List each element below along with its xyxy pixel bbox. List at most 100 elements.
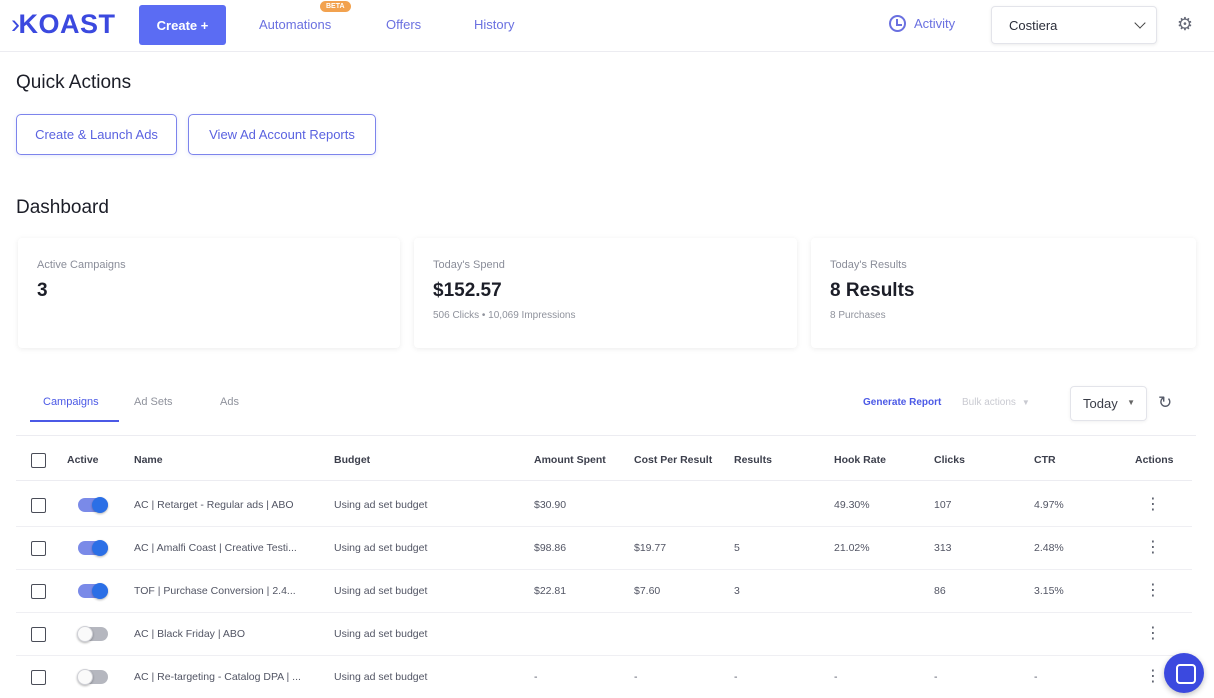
amount-spent-cell: $98.86	[534, 542, 567, 554]
row-checkbox[interactable]	[31, 670, 46, 685]
column-header-actions: Actions	[1135, 454, 1174, 466]
amount-spent-cell: -	[534, 671, 538, 683]
table-row[interactable]: AC | Retarget - Regular ads | ABO Using …	[16, 484, 1192, 527]
amount-spent-cell: $30.90	[534, 499, 567, 511]
active-toggle[interactable]	[77, 626, 108, 642]
column-header-budget[interactable]: Budget	[334, 454, 370, 466]
card-value: 3	[37, 280, 48, 301]
create-launch-ads-button[interactable]: Create & Launch Ads	[16, 114, 177, 155]
dashboard-title: Dashboard	[16, 197, 109, 218]
budget-cell: Using ad set budget	[334, 628, 428, 640]
activity-button[interactable]: Activity	[889, 15, 955, 32]
gear-icon[interactable]: ⚙	[1175, 14, 1195, 34]
kebab-menu-icon[interactable]: ⋮	[1145, 668, 1161, 686]
tab-ads[interactable]: Ads	[220, 396, 239, 408]
column-header-results[interactable]: Results	[734, 454, 772, 466]
row-checkbox[interactable]	[31, 584, 46, 599]
ctr-cell: 4.97%	[1034, 499, 1064, 511]
row-checkbox[interactable]	[31, 498, 46, 513]
campaign-name[interactable]: TOF | Purchase Conversion | 2.4...	[134, 585, 296, 597]
koast-logo[interactable]: ›KOAST	[11, 9, 116, 40]
budget-cell: Using ad set budget	[334, 585, 428, 597]
hook-rate-cell: 21.02%	[834, 542, 870, 554]
active-toggle[interactable]	[77, 669, 108, 685]
view-ad-account-reports-button[interactable]: View Ad Account Reports	[188, 114, 376, 155]
tabs-divider	[16, 435, 1196, 436]
toggle-knob	[92, 583, 108, 599]
table-row[interactable]: AC | Black Friday | ABO Using ad set bud…	[16, 613, 1192, 656]
row-checkbox[interactable]	[31, 627, 46, 642]
clicks-cell: 107	[934, 499, 952, 511]
column-header-cost-per-result[interactable]: Cost Per Result	[634, 454, 712, 466]
active-toggle[interactable]	[78, 583, 108, 599]
clicks-cell: -	[934, 671, 938, 683]
create-button[interactable]: Create +	[139, 5, 226, 45]
cost-per-result-cell: -	[634, 671, 638, 683]
table-row[interactable]: AC | Amalfi Coast | Creative Testi... Us…	[16, 527, 1192, 570]
campaign-name[interactable]: AC | Amalfi Coast | Creative Testi...	[134, 542, 297, 554]
nav-automations[interactable]: Automations	[259, 17, 331, 32]
bulk-actions-select[interactable]: Bulk actions ▼	[962, 397, 1030, 408]
chevron-down-icon	[1134, 17, 1146, 29]
active-toggle[interactable]	[78, 497, 108, 513]
active-campaigns-card: Active Campaigns 3	[18, 238, 400, 348]
column-header-ctr[interactable]: CTR	[1034, 454, 1056, 466]
results-cell: 3	[734, 585, 740, 597]
campaign-name[interactable]: AC | Retarget - Regular ads | ABO	[134, 499, 294, 511]
chat-icon[interactable]	[1164, 653, 1204, 693]
cost-per-result-cell: $7.60	[634, 585, 661, 597]
card-subtext: 8 Purchases	[830, 310, 886, 321]
column-header-clicks[interactable]: Clicks	[934, 454, 965, 466]
results-cell: 5	[734, 542, 740, 554]
column-header-name[interactable]: Name	[134, 454, 163, 466]
top-navigation: ›KOAST Create + Automations BETA Offers …	[0, 0, 1214, 52]
column-header-active[interactable]: Active	[67, 454, 99, 466]
hook-rate-cell: -	[834, 671, 838, 683]
date-range-value: Today	[1083, 396, 1118, 411]
column-header-amount-spent[interactable]: Amount Spent	[534, 454, 606, 466]
campaign-name[interactable]: AC | Black Friday | ABO	[134, 628, 245, 640]
tab-ad-sets[interactable]: Ad Sets	[134, 396, 173, 408]
cost-per-result-cell: $19.77	[634, 542, 667, 554]
budget-cell: Using ad set budget	[334, 671, 428, 683]
card-value: 8 Results	[830, 280, 915, 301]
active-toggle[interactable]	[78, 540, 108, 556]
kebab-menu-icon[interactable]: ⋮	[1145, 582, 1161, 600]
table-row[interactable]: AC | Re-targeting - Catalog DPA | ... Us…	[16, 656, 1192, 698]
card-label: Today's Results	[830, 259, 907, 271]
todays-results-card: Today's Results 8 Results 8 Purchases	[811, 238, 1196, 348]
activity-label: Activity	[914, 16, 956, 31]
kebab-menu-icon[interactable]: ⋮	[1145, 496, 1161, 514]
quick-actions-title: Quick Actions	[16, 72, 132, 93]
campaign-name[interactable]: AC | Re-targeting - Catalog DPA | ...	[134, 671, 301, 683]
clock-icon	[889, 15, 906, 32]
bulk-actions-label: Bulk actions	[962, 397, 1016, 408]
row-checkbox[interactable]	[31, 541, 46, 556]
toggle-knob	[77, 626, 93, 642]
nav-history[interactable]: History	[474, 17, 514, 32]
toggle-knob	[77, 669, 93, 685]
kebab-menu-icon[interactable]: ⋮	[1145, 539, 1161, 557]
caret-down-icon: ▼	[1127, 398, 1135, 407]
table-row[interactable]: TOF | Purchase Conversion | 2.4... Using…	[16, 570, 1192, 613]
date-range-select[interactable]: Today ▼	[1070, 386, 1147, 421]
refresh-icon[interactable]: ↻	[1158, 393, 1172, 413]
amount-spent-cell: $22.81	[534, 585, 567, 597]
budget-cell: Using ad set budget	[334, 542, 428, 554]
card-label: Today's Spend	[433, 259, 505, 271]
kebab-menu-icon[interactable]: ⋮	[1145, 625, 1161, 643]
todays-spend-card: Today's Spend $152.57 506 Clicks • 10,06…	[414, 238, 797, 348]
card-subtext: 506 Clicks • 10,069 Impressions	[433, 310, 576, 321]
clicks-cell: 313	[934, 542, 952, 554]
nav-offers[interactable]: Offers	[386, 17, 421, 32]
account-select[interactable]: Costiera	[991, 6, 1157, 44]
tab-campaigns[interactable]: Campaigns	[43, 396, 99, 408]
select-all-checkbox[interactable]	[31, 453, 46, 468]
generate-report-button[interactable]: Generate Report	[863, 397, 941, 408]
ctr-cell: 2.48%	[1034, 542, 1064, 554]
caret-down-icon: ▼	[1021, 398, 1030, 407]
card-value: $152.57	[433, 280, 502, 301]
account-selected-value: Costiera	[1009, 18, 1058, 33]
toggle-knob	[92, 497, 108, 513]
column-header-hook-rate[interactable]: Hook Rate	[834, 454, 886, 466]
